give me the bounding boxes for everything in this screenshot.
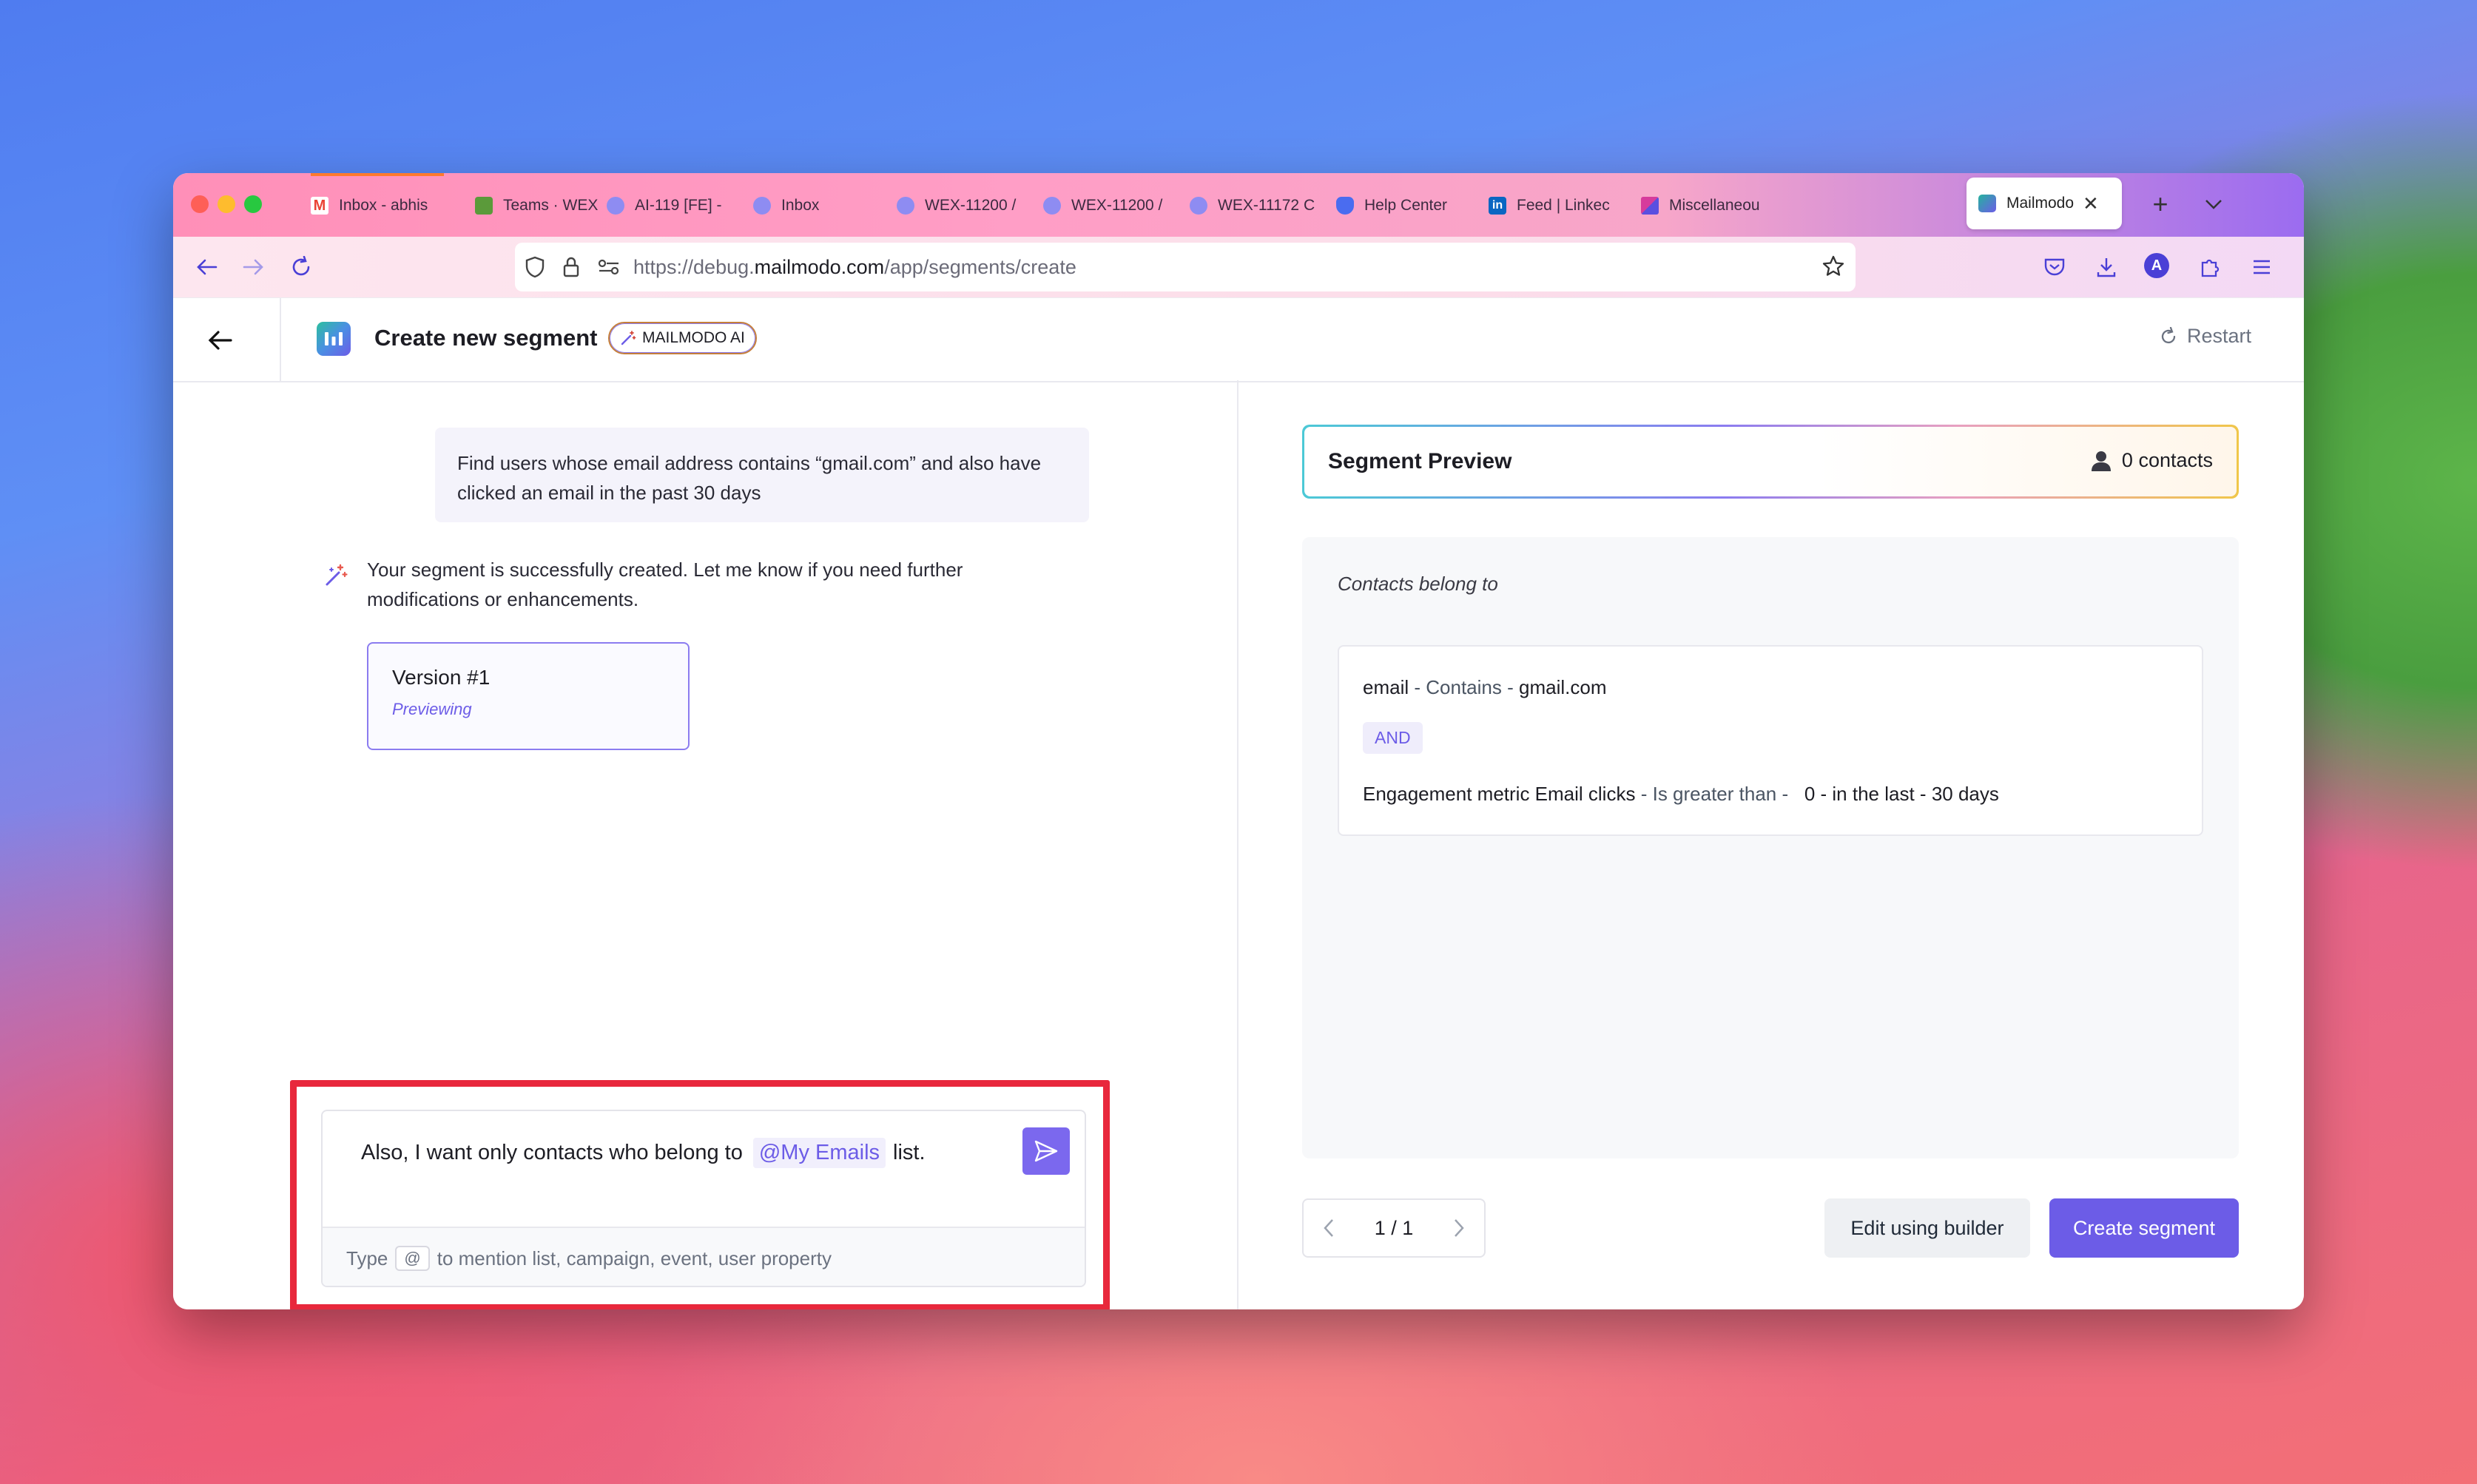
magic-wand-icon: [620, 330, 636, 346]
pagination: 1 / 1: [1302, 1198, 1486, 1258]
rules-panel: Contacts belong to email - Contains - gm…: [1302, 537, 2239, 1158]
url-text[interactable]: https://debug.mailmodo.com/app/segments/…: [633, 256, 1076, 279]
mailmodo-logo: [317, 322, 351, 356]
address-bar[interactable]: https://debug.mailmodo.com/app/segments/…: [515, 243, 1856, 291]
linear-icon: [1190, 197, 1207, 215]
maximize-window-button[interactable]: [244, 195, 262, 213]
minimize-window-button[interactable]: [218, 195, 235, 213]
tab-list-chevron-icon[interactable]: [2197, 188, 2230, 220]
close-tab-icon[interactable]: ✕: [2083, 192, 2099, 215]
tab-wex-11200-a[interactable]: WEX-11200 /: [897, 191, 1030, 220]
user-message: Find users whose email address contains …: [435, 428, 1089, 522]
rules-card: email - Contains - gmail.com AND Engagem…: [1338, 645, 2203, 836]
ai-message: Your segment is successfully created. Le…: [367, 559, 963, 610]
ai-sparkle-icon: [324, 562, 349, 587]
tab-help-center[interactable]: Help Center: [1336, 191, 1469, 220]
new-tab-icon[interactable]: +: [2144, 188, 2177, 220]
mailmodo-ai-badge: MAILMODO AI: [608, 322, 757, 354]
pocket-icon[interactable]: [2038, 250, 2072, 284]
user-icon: [2091, 450, 2112, 472]
shield-icon[interactable]: [525, 256, 545, 278]
tab-mailmodo[interactable]: Mailmodo ✕: [1967, 178, 2122, 229]
app-content: Create new segment MAILMODO AI Restart F…: [173, 297, 2304, 1309]
forward-arrow-icon[interactable]: [237, 250, 271, 284]
tab-wex-11200-b[interactable]: WEX-11200 /: [1043, 191, 1176, 220]
at-key-chip: @: [395, 1246, 430, 1271]
contacts-belong-label: Contacts belong to: [1338, 573, 1498, 595]
back-button[interactable]: [203, 323, 237, 357]
chevron-left-icon[interactable]: [1323, 1218, 1335, 1238]
app-header: Create new segment MAILMODO AI Restart: [173, 297, 2304, 382]
browser-window: M Inbox - abhis Teams · WEX AI-119 [FE] …: [173, 173, 2304, 1309]
apps-icon: [1641, 197, 1659, 215]
arrow-left-icon: [207, 330, 232, 351]
tab-linkedin[interactable]: in Feed | Linkec: [1489, 191, 1622, 220]
page-settings-icon[interactable]: [598, 258, 620, 276]
lock-icon[interactable]: [562, 256, 580, 278]
chevron-right-icon[interactable]: [1453, 1218, 1465, 1238]
linear-icon: [753, 197, 771, 215]
version-card[interactable]: Version #1 Previewing: [367, 642, 690, 750]
tab-gmail[interactable]: M Inbox - abhis: [311, 191, 444, 220]
linkedin-icon: in: [1489, 197, 1506, 215]
tab-inbox[interactable]: Inbox: [753, 191, 886, 220]
linear-icon: [1043, 197, 1061, 215]
hamburger-menu-icon[interactable]: [2245, 250, 2279, 284]
contacts-count: 0 contacts: [2091, 449, 2213, 472]
extensions-puzzle-icon[interactable]: [2193, 250, 2227, 284]
input-hint-bar: Type @ to mention list, campaign, event,…: [323, 1227, 1085, 1286]
page-title: Create new segment: [374, 325, 598, 351]
segment-preview-title: Segment Preview: [1328, 449, 1512, 473]
linear-icon: [607, 197, 624, 215]
restart-icon: [2159, 326, 2178, 346]
bookmark-star-icon[interactable]: [1821, 254, 1845, 278]
preview-pane: Segment Preview 0 contacts Contacts belo…: [1237, 380, 2304, 1309]
send-icon: [1034, 1139, 1059, 1163]
chat-input-box[interactable]: Also, I want only contacts who belong to…: [321, 1110, 1086, 1287]
send-button[interactable]: [1022, 1127, 1070, 1175]
segment-preview-header: Segment Preview 0 contacts: [1302, 425, 2239, 499]
version-title: Version #1: [392, 666, 491, 689]
chat-input-text[interactable]: Also, I want only contacts who belong to…: [361, 1138, 926, 1168]
profile-avatar[interactable]: A: [2144, 253, 2169, 278]
back-arrow-icon[interactable]: [189, 250, 223, 284]
tab-miscellaneous[interactable]: Miscellaneou: [1641, 191, 1771, 220]
mention-chip[interactable]: @My Emails: [752, 1138, 886, 1168]
tab-loading-indicator: [311, 173, 444, 176]
create-segment-button[interactable]: Create segment: [2049, 1198, 2239, 1258]
chat-pane: Find users whose email address contains …: [173, 380, 1237, 1309]
mailmodo-icon: [1978, 195, 1996, 212]
close-window-button[interactable]: [191, 195, 209, 213]
edit-using-builder-button[interactable]: Edit using builder: [1824, 1198, 2030, 1258]
page-indicator: 1 / 1: [1374, 1216, 1414, 1239]
tab-strip: M Inbox - abhis Teams · WEX AI-119 [FE] …: [173, 173, 2304, 237]
tab-wex-11172[interactable]: WEX-11172 C: [1190, 191, 1323, 220]
downloads-icon[interactable]: [2089, 250, 2123, 284]
and-operator-badge: AND: [1363, 722, 1423, 754]
reload-icon[interactable]: [284, 250, 318, 284]
condition-row-2: Engagement metric Email clicks - Is grea…: [1363, 783, 1999, 805]
teams-icon: [475, 197, 493, 215]
tab-ai-119[interactable]: AI-119 [FE] -: [607, 191, 740, 220]
version-status: Previewing: [392, 700, 472, 718]
header-divider: [280, 298, 281, 381]
linear-icon: [897, 197, 914, 215]
navigation-bar: https://debug.mailmodo.com/app/segments/…: [173, 237, 2304, 297]
gmail-icon: M: [311, 197, 328, 215]
tab-teams[interactable]: Teams · WEX: [475, 191, 608, 220]
helpcenter-icon: [1336, 197, 1354, 215]
condition-row-1: email - Contains - gmail.com: [1363, 676, 1607, 698]
restart-button[interactable]: Restart: [2159, 325, 2251, 348]
